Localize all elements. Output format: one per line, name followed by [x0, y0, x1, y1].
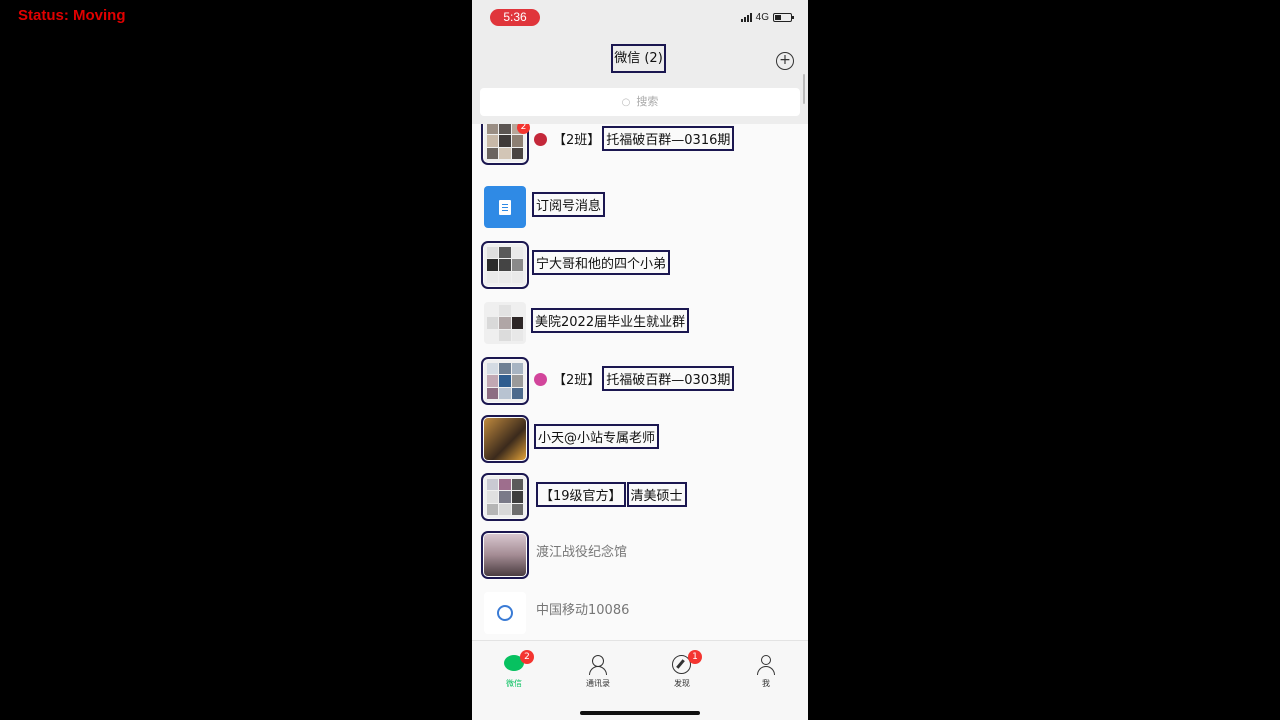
- bottom-tab-bar: 2 微信 通讯录 1 发现 我: [472, 640, 808, 720]
- search-icon: ○: [621, 97, 631, 108]
- phone-screen: 5:36 4G 微信 (2) + ○ 搜索 2 【2班】 托福破百群—0316期 订…: [472, 0, 808, 720]
- museum-avatar: [481, 531, 529, 579]
- chat-row[interactable]: 美院2022届毕业生就业群: [472, 298, 808, 356]
- tab-label: 通讯录: [586, 679, 610, 688]
- chat-row[interactable]: 2 【2班】 托福破百群—0316期: [472, 124, 808, 174]
- group-avatar: [481, 473, 529, 521]
- china-mobile-avatar: [484, 592, 526, 634]
- document-icon: [499, 199, 511, 215]
- tab-badge: 1: [688, 650, 702, 664]
- chat-name: 【2班】 托福破百群—0316期: [534, 126, 735, 151]
- chat-name: 【2班】 托福破百群—0303期: [534, 366, 735, 391]
- tab-chats[interactable]: 2 微信: [486, 650, 542, 695]
- chat-name: 渡江战役纪念馆: [536, 545, 628, 560]
- scroll-indicator: [803, 74, 805, 104]
- cherry-emoji-icon: [534, 133, 547, 146]
- tab-label: 发现: [674, 679, 690, 688]
- person-icon: [756, 655, 776, 675]
- heart-emoji-icon: [534, 373, 547, 386]
- chat-name: 订阅号消息: [532, 192, 606, 217]
- battery-icon: [773, 13, 794, 22]
- system-indicators: 4G: [740, 12, 794, 23]
- status-time: 5:36: [490, 9, 540, 26]
- group-avatar: [481, 241, 529, 289]
- chat-row[interactable]: 宁大哥和他的四个小弟: [472, 240, 808, 298]
- contacts-icon: [588, 655, 608, 675]
- chat-row[interactable]: 【19级官方】 清美硕士: [472, 472, 808, 530]
- plus-circle-icon[interactable]: +: [776, 52, 794, 70]
- chat-row[interactable]: 中国移动10086: [472, 588, 808, 640]
- chat-name: 宁大哥和他的四个小弟: [532, 250, 671, 275]
- unread-badge: 2: [517, 124, 530, 134]
- subscription-avatar: [484, 186, 526, 228]
- tab-me[interactable]: 我: [738, 655, 794, 695]
- search-bar[interactable]: ○ 搜索: [480, 88, 800, 116]
- network-type: 4G: [755, 12, 769, 23]
- signal-icon: [740, 13, 752, 22]
- person-avatar: [481, 415, 529, 463]
- chat-name: 【19级官方】 清美硕士: [536, 482, 687, 507]
- chat-name: 中国移动10086: [536, 603, 630, 618]
- tab-label: 微信: [506, 679, 522, 688]
- group-avatar: [481, 357, 529, 405]
- home-indicator[interactable]: [580, 711, 700, 715]
- chat-name: 美院2022届毕业生就业群: [531, 308, 690, 333]
- chat-name: 小天@小站专属老师: [534, 424, 660, 449]
- chat-row[interactable]: 渡江战役纪念馆: [472, 530, 808, 588]
- chat-list: 2 【2班】 托福破百群—0316期 订阅号消息 宁大哥和他的四个小弟 美院20…: [472, 124, 808, 640]
- chat-row[interactable]: 【2班】 托福破百群—0303期: [472, 356, 808, 414]
- chat-row[interactable]: 订阅号消息: [472, 182, 808, 240]
- chat-row[interactable]: 小天@小站专属老师: [472, 414, 808, 472]
- china-mobile-logo-icon: [497, 605, 513, 621]
- page-title: 微信 (2): [611, 44, 666, 73]
- group-avatar: [484, 302, 526, 344]
- tab-badge: 2: [520, 650, 534, 664]
- app-header: 微信 (2): [472, 36, 808, 86]
- tab-discover[interactable]: 1 发现: [654, 650, 710, 695]
- search-placeholder: 搜索: [636, 95, 659, 108]
- tab-contacts[interactable]: 通讯录: [570, 655, 626, 695]
- tab-label: 我: [762, 679, 770, 688]
- status-overlay-text: Status: Moving: [18, 7, 126, 24]
- ios-status-bar: 5:36 4G: [472, 0, 808, 36]
